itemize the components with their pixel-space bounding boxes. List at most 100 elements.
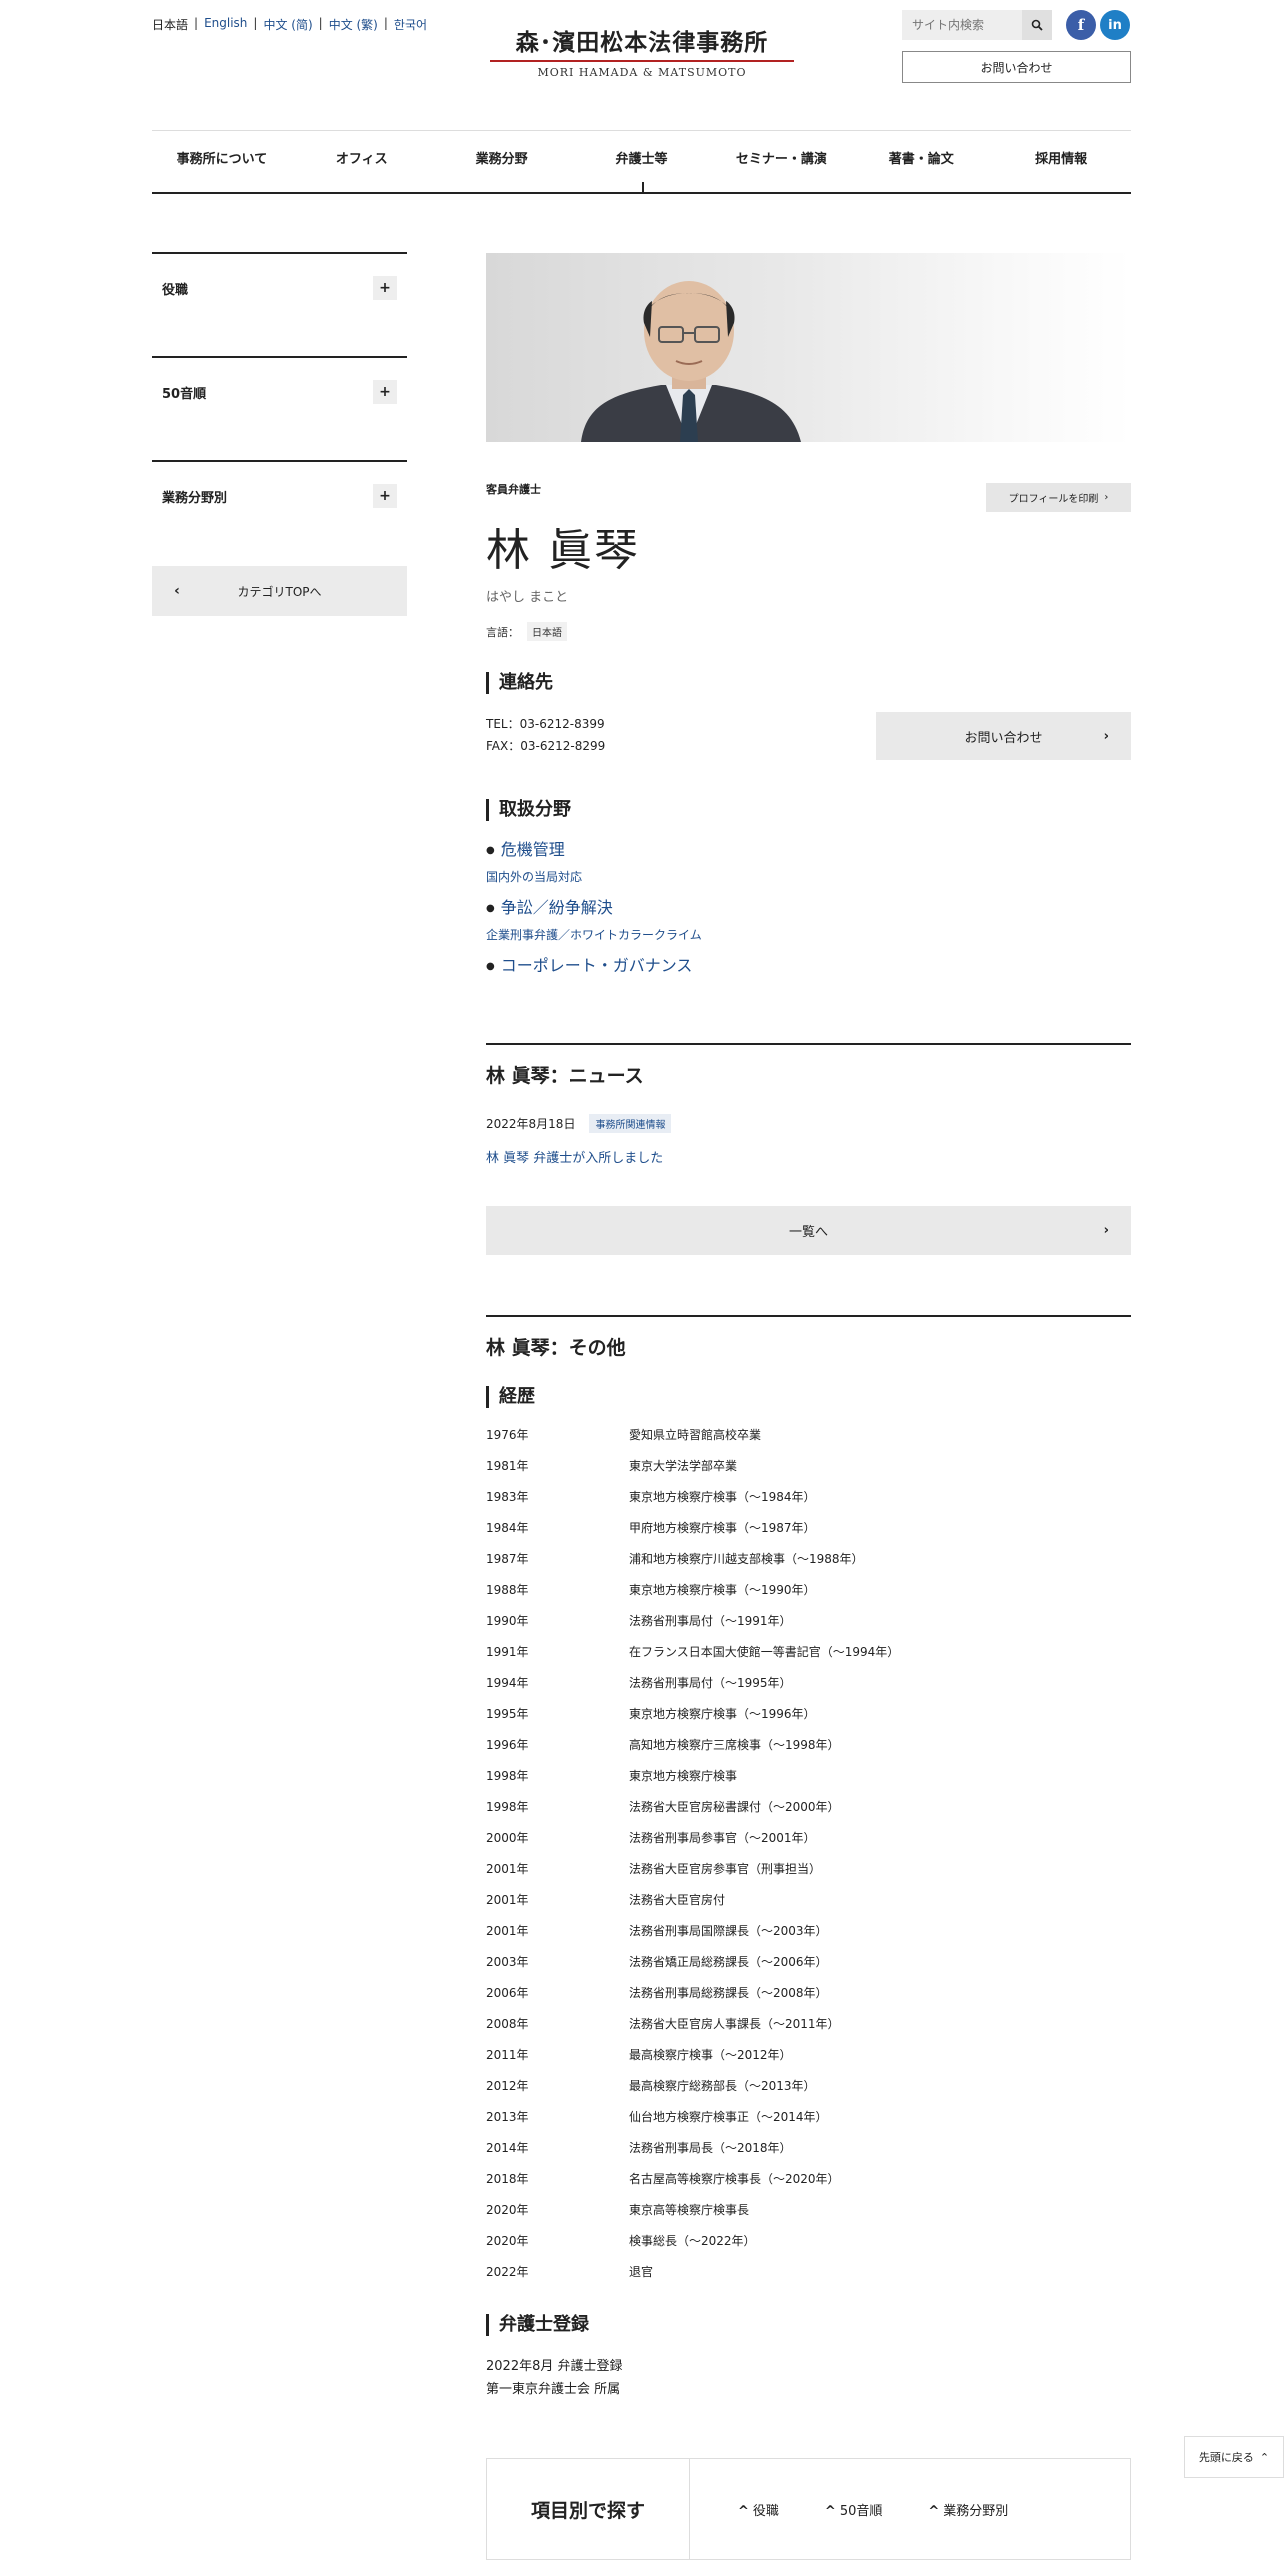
nav-seminars[interactable]: セミナー・講演 [711,148,851,194]
sidebar-item-position[interactable]: 役職 + [152,252,407,322]
bullet-icon: ● [486,961,495,972]
practice-link[interactable]: 危機管理 [501,840,565,859]
career-row: 2003年 法務省矯正局総務課長（～2006年） [486,1946,1131,1977]
career-text: 東京大学法学部卒業 [629,1459,738,1473]
lang-en[interactable]: English [204,16,247,33]
category-top-label: カテゴリTOPへ [237,584,322,599]
practice-sub-link[interactable]: 国内外の当局対応 [486,868,582,885]
portrait-illustration [581,281,801,442]
linkedin-icon[interactable]: in [1100,10,1130,40]
practice-link[interactable]: コーポレート・ガバナンス [501,956,693,975]
career-row: 1981年 東京大学法学部卒業 [486,1450,1131,1481]
career-text: 法務省刑事局付（～1991年） [629,1614,792,1628]
news-list-button[interactable]: 一覧へ › [486,1206,1131,1255]
news-tag[interactable]: 事務所関連情報 [589,1114,672,1133]
career-text: 法務省大臣官房参事官（刑事担当） [629,1862,822,1876]
career-text: 浦和地方検察庁川越支部検事（～1988年） [629,1552,864,1566]
practice-item[interactable]: ● 争訟／紛争解決 [486,894,613,918]
practice-item[interactable]: ● コーポレート・ガバナンス [486,952,692,976]
career-year: 2000年 [486,1831,529,1845]
career-text: 名古屋高等検察庁検事長（～2020年） [629,2172,840,2186]
lang-separator: | [318,16,323,30]
find-link-practice[interactable]: ^ 業務分野別 [928,2500,1008,2519]
nav-careers[interactable]: 採用情報 [991,148,1131,194]
nav-offices[interactable]: オフィス [292,148,432,194]
logo-english: MORI HAMADA & MATSUMOTO [537,66,747,79]
career-year: 1984年 [486,1521,529,1535]
plus-icon[interactable]: + [373,380,397,404]
search-button[interactable] [1022,10,1052,40]
category-top-button[interactable]: ‹ カテゴリTOPへ [152,566,407,616]
career-text: 法務省刑事局総務課長（～2008年） [629,1986,828,2000]
career-text: 甲府地方検察庁検事（～1987年） [629,1521,816,1535]
news-link[interactable]: 林 眞琴 弁護士が入所しました [486,1147,663,1166]
career-year: 2001年 [486,1862,529,1876]
career-row: 2014年 法務省刑事局長（～2018年） [486,2132,1131,2163]
site-search [902,10,1052,40]
lang-separator: | [253,16,258,30]
career-text: 仙台地方検察庁検事正（～2014年） [629,2110,828,2124]
nav-publications[interactable]: 著書・論文 [851,148,991,194]
career-text: 最高検察庁検事（～2012年） [629,2048,792,2062]
career-row: 2018年 名古屋高等検察庁検事長（～2020年） [486,2163,1131,2194]
nav-about[interactable]: 事務所について [152,148,292,194]
career-row: 1998年 東京地方検察庁検事 [486,1760,1131,1791]
chevron-left-icon: ‹ [174,583,180,599]
career-row: 1994年 法務省刑事局付（～1995年） [486,1667,1131,1698]
news-meta: 2022年8月18日 事務所関連情報 [486,1114,672,1133]
back-to-top-button[interactable]: 先頭に戻る ⌃ [1184,2436,1284,2478]
print-profile-button[interactable]: プロフィールを印刷 › [986,483,1131,512]
search-icon [1031,19,1043,31]
career-row: 2001年 法務省大臣官房付 [486,1884,1131,1915]
find-link-label: 役職 [752,2503,779,2519]
fax-number: FAX：03-6212-8299 [486,739,606,753]
find-link-position[interactable]: ^ 役職 [738,2500,779,2519]
career-row: 2001年 法務省刑事局国際課長（～2003年） [486,1915,1131,1946]
career-row: 1988年 東京地方検察庁検事（～1990年） [486,1574,1131,1605]
career-text: 愛知県立時習館高校卒業 [629,1428,762,1442]
nav-practice-areas[interactable]: 業務分野 [432,148,572,194]
career-year: 1976年 [486,1428,529,1442]
career-row: 1995年 東京地方検察庁検事（～1996年） [486,1698,1131,1729]
lang-ja[interactable]: 日本語 [152,16,188,33]
practice-sub-link[interactable]: 企業刑事弁護／ホワイトカラークライム [486,926,702,943]
career-text: 法務省大臣官房秘書課付（～2000年） [629,1800,840,1814]
registration-line: 第一東京弁護士会 所属 [486,2382,621,2397]
career-text: 検事総長（～2022年） [629,2234,756,2248]
search-input[interactable] [902,10,1022,40]
profile-kana: はやし まこと [486,590,569,605]
plus-icon[interactable]: + [373,484,397,508]
contact-button[interactable]: お問い合わせ › [876,712,1131,760]
contact-button-label: お問い合わせ [964,730,1043,746]
career-text: 法務省大臣官房付 [629,1893,726,1907]
facebook-icon[interactable]: f [1066,10,1096,40]
career-text: 東京地方検察庁検事 [629,1769,738,1783]
language-switcher: 日本語 | English | 中文 (简) | 中文 (繁) | 한국어 [152,16,427,33]
lang-zh-hans[interactable]: 中文 (简) [263,16,312,33]
chevron-right-icon: › [1103,728,1109,744]
career-row: 1998年 法務省大臣官房秘書課付（～2000年） [486,1791,1131,1822]
lang-ko[interactable]: 한국어 [394,16,427,33]
career-text: 法務省刑事局参事官（～2001年） [629,1831,816,1845]
firm-logo[interactable]: 森･濱田松本法律事務所 MORI HAMADA & MATSUMOTO [490,28,794,79]
lang-zh-hant[interactable]: 中文 (繁) [329,16,378,33]
career-year: 2022年 [486,2265,529,2279]
sidebar-item-kana-order[interactable]: 50音順 + [152,356,407,426]
sidebar-item-label: 50音順 [162,386,207,402]
career-year: 2020年 [486,2203,529,2217]
career-text: 最高検察庁総務部長（～2013年） [629,2079,816,2093]
plus-icon[interactable]: + [373,276,397,300]
print-profile-label: プロフィールを印刷 [1008,494,1099,505]
practice-link[interactable]: 争訟／紛争解決 [501,898,613,917]
header-contact-button[interactable]: お問い合わせ [902,51,1131,83]
find-link-kana[interactable]: ^ 50音順 [825,2500,882,2519]
career-year: 1988年 [486,1583,529,1597]
bullet-icon: ● [486,903,495,914]
career-row: 1990年 法務省刑事局付（～1991年） [486,1605,1131,1636]
practice-item[interactable]: ● 危機管理 [486,836,565,860]
sidebar-item-practice-area[interactable]: 業務分野別 + [152,460,407,530]
career-year: 2006年 [486,1986,529,2000]
other-divider [486,1315,1131,1317]
language-badge: 日本語 [527,622,567,641]
find-by-category: 項目別で探す ^ 役職 ^ 50音順 ^ 業務分野別 [486,2458,1131,2560]
